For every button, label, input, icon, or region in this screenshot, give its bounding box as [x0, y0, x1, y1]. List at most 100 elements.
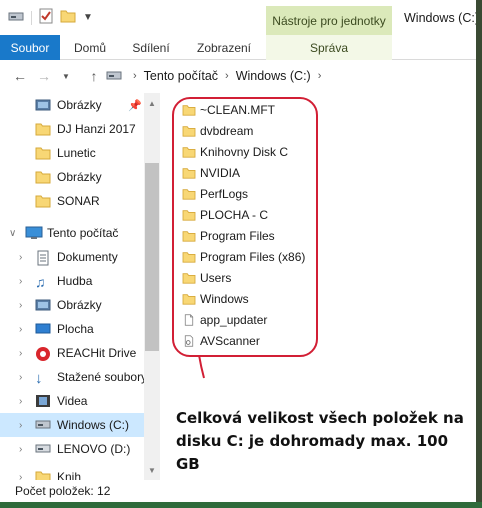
nav-item-label: LENOVO (D:) — [57, 442, 131, 456]
scroll-down-icon[interactable]: ▼ — [144, 462, 160, 478]
folder-icon — [35, 122, 51, 136]
list-item[interactable]: AVScanner — [182, 330, 260, 351]
drive-icon — [35, 442, 51, 456]
pictures-icon — [35, 298, 51, 312]
list-item[interactable]: NVIDIA — [182, 162, 240, 183]
nav-item-drive-d[interactable]: › LENOVO (D:) — [0, 437, 144, 461]
chevron-right-icon[interactable]: › — [19, 252, 22, 263]
title-bar: ▼ Nástroje pro jednotky Windows (C:) — [0, 0, 476, 36]
file-name: Program Files — [200, 228, 275, 243]
list-item[interactable]: PLOCHA - C — [182, 204, 268, 225]
file-name: Users — [200, 270, 232, 285]
chevron-right-icon[interactable]: › — [19, 348, 22, 359]
list-item[interactable]: Program Files (x86) — [182, 246, 305, 267]
breadcrumb-chevron-icon[interactable]: › — [318, 70, 322, 82]
nav-item-dj-hanzi[interactable]: DJ Hanzi 2017 — [0, 117, 144, 141]
file-icon — [184, 313, 194, 326]
folder-icon — [182, 272, 196, 284]
nav-item-label: Obrázky — [57, 298, 102, 312]
documents-icon — [35, 250, 51, 266]
tab-manage[interactable]: Správa — [266, 35, 392, 60]
navigation-pane: Obrázky 📌 DJ Hanzi 2017 Lunetic Obrázky … — [0, 93, 160, 480]
nav-item-libraries[interactable]: › Knih — [0, 465, 144, 480]
chevron-right-icon[interactable]: › — [19, 324, 22, 335]
explorer-window: ▼ Nástroje pro jednotky Windows (C:) Sou… — [0, 0, 476, 502]
nav-item-label: DJ Hanzi 2017 — [57, 122, 136, 136]
navigation-bar: ← → ▼ ↑ › Tento počítač › Windows (C:) › — [0, 60, 476, 93]
video-icon — [35, 394, 51, 408]
nav-item-drive-c[interactable]: › Windows (C:) — [0, 413, 144, 437]
file-name: Knihovny Disk C — [200, 144, 289, 159]
scroll-up-icon[interactable]: ▲ — [144, 95, 160, 111]
desktop-icon — [35, 322, 51, 336]
chevron-right-icon[interactable]: › — [19, 276, 22, 287]
nav-item-pictures[interactable]: › Obrázky — [0, 293, 144, 317]
chevron-down-icon[interactable]: ∨ — [9, 228, 16, 239]
nav-item-lunetic[interactable]: Lunetic — [0, 141, 144, 165]
pin-icon[interactable]: 📌 — [128, 99, 142, 112]
forward-arrow-icon[interactable]: → — [34, 66, 54, 86]
list-item[interactable]: dvbdream — [182, 120, 253, 141]
chevron-right-icon[interactable]: › — [19, 444, 22, 455]
file-name: Program Files (x86) — [200, 249, 306, 264]
file-name: Windows — [200, 291, 249, 306]
tab-share[interactable]: Sdílení — [120, 35, 182, 60]
music-icon: ♫ — [35, 274, 46, 290]
file-list: ~CLEAN.MFT dvbdream Knihovny Disk C NVID… — [160, 93, 476, 480]
address-bar[interactable]: › Tento počítač › Windows (C:) › — [106, 65, 476, 87]
back-arrow-icon[interactable]: ← — [10, 66, 30, 86]
nav-item-music[interactable]: › ♫ Hudba — [0, 269, 144, 293]
new-folder-icon[interactable] — [60, 9, 76, 26]
reachit-icon — [35, 346, 51, 361]
scroll-thumb[interactable] — [145, 163, 159, 351]
tab-home[interactable]: Domů — [60, 35, 120, 60]
nav-item-sonar[interactable]: SONAR — [0, 189, 144, 213]
up-arrow-icon[interactable]: ↑ — [84, 66, 104, 86]
contextual-group-label: Nástroje pro jednotky — [266, 6, 392, 36]
breadcrumb-drive-c[interactable]: Windows (C:) — [236, 69, 311, 83]
nav-scrollbar[interactable]: ▲ ▼ — [144, 93, 160, 480]
list-item[interactable]: app_updater — [182, 309, 267, 330]
tab-file[interactable]: Soubor — [0, 35, 60, 60]
nav-item-this-pc[interactable]: ∨ Tento počítač — [0, 221, 144, 245]
library-icon — [35, 470, 51, 480]
list-item[interactable]: Users — [182, 267, 231, 288]
nav-item-pictures-folder[interactable]: Obrázky — [0, 165, 144, 189]
nav-item-label: Dokumenty — [57, 250, 118, 264]
nav-item-desktop[interactable]: › Plocha — [0, 317, 144, 341]
list-item[interactable]: Program Files — [182, 225, 275, 246]
list-item[interactable]: Knihovny Disk C — [182, 141, 288, 162]
window-title: Windows (C:) — [404, 11, 476, 25]
list-item[interactable]: PerfLogs — [182, 183, 248, 204]
list-item[interactable]: ~CLEAN.MFT — [182, 99, 275, 120]
chevron-right-icon[interactable]: › — [19, 396, 22, 407]
breadcrumb-this-pc[interactable]: Tento počítač — [144, 69, 218, 83]
nav-item-pictures-pinned[interactable]: Obrázky 📌 — [0, 93, 144, 117]
folder-icon — [182, 104, 196, 116]
chevron-right-icon[interactable]: › — [19, 420, 22, 431]
folder-icon — [182, 146, 196, 158]
nav-item-videos[interactable]: › Videa — [0, 389, 144, 413]
pictures-icon — [35, 98, 51, 112]
nav-item-reachit[interactable]: › REACHit Drive — [0, 341, 144, 365]
chevron-right-icon[interactable]: › — [19, 300, 22, 311]
status-bar: Počet položek: 12 — [0, 480, 476, 502]
file-name: dvbdream — [200, 123, 254, 138]
qa-dropdown-icon[interactable]: ▼ — [83, 12, 93, 23]
breadcrumb-chevron-icon[interactable]: › — [225, 70, 229, 82]
address-drive-icon — [106, 69, 122, 84]
tab-view[interactable]: Zobrazení — [184, 35, 264, 60]
list-item[interactable]: Windows — [182, 288, 249, 309]
chevron-right-icon[interactable]: › — [19, 472, 22, 481]
download-icon: ↓ — [35, 370, 43, 387]
nav-item-downloads[interactable]: › ↓ Stažené soubory — [0, 365, 147, 389]
folder-icon — [35, 194, 51, 208]
nav-item-label: Knih — [57, 470, 82, 480]
breadcrumb-chevron-icon[interactable]: › — [133, 70, 137, 82]
recent-locations-icon[interactable]: ▼ — [56, 66, 76, 86]
folder-icon — [182, 230, 196, 242]
nav-item-documents[interactable]: › Dokumenty — [0, 245, 144, 269]
chevron-right-icon[interactable]: › — [19, 372, 22, 383]
nav-item-label: Tento počítač — [47, 226, 119, 240]
properties-icon[interactable] — [39, 8, 53, 27]
